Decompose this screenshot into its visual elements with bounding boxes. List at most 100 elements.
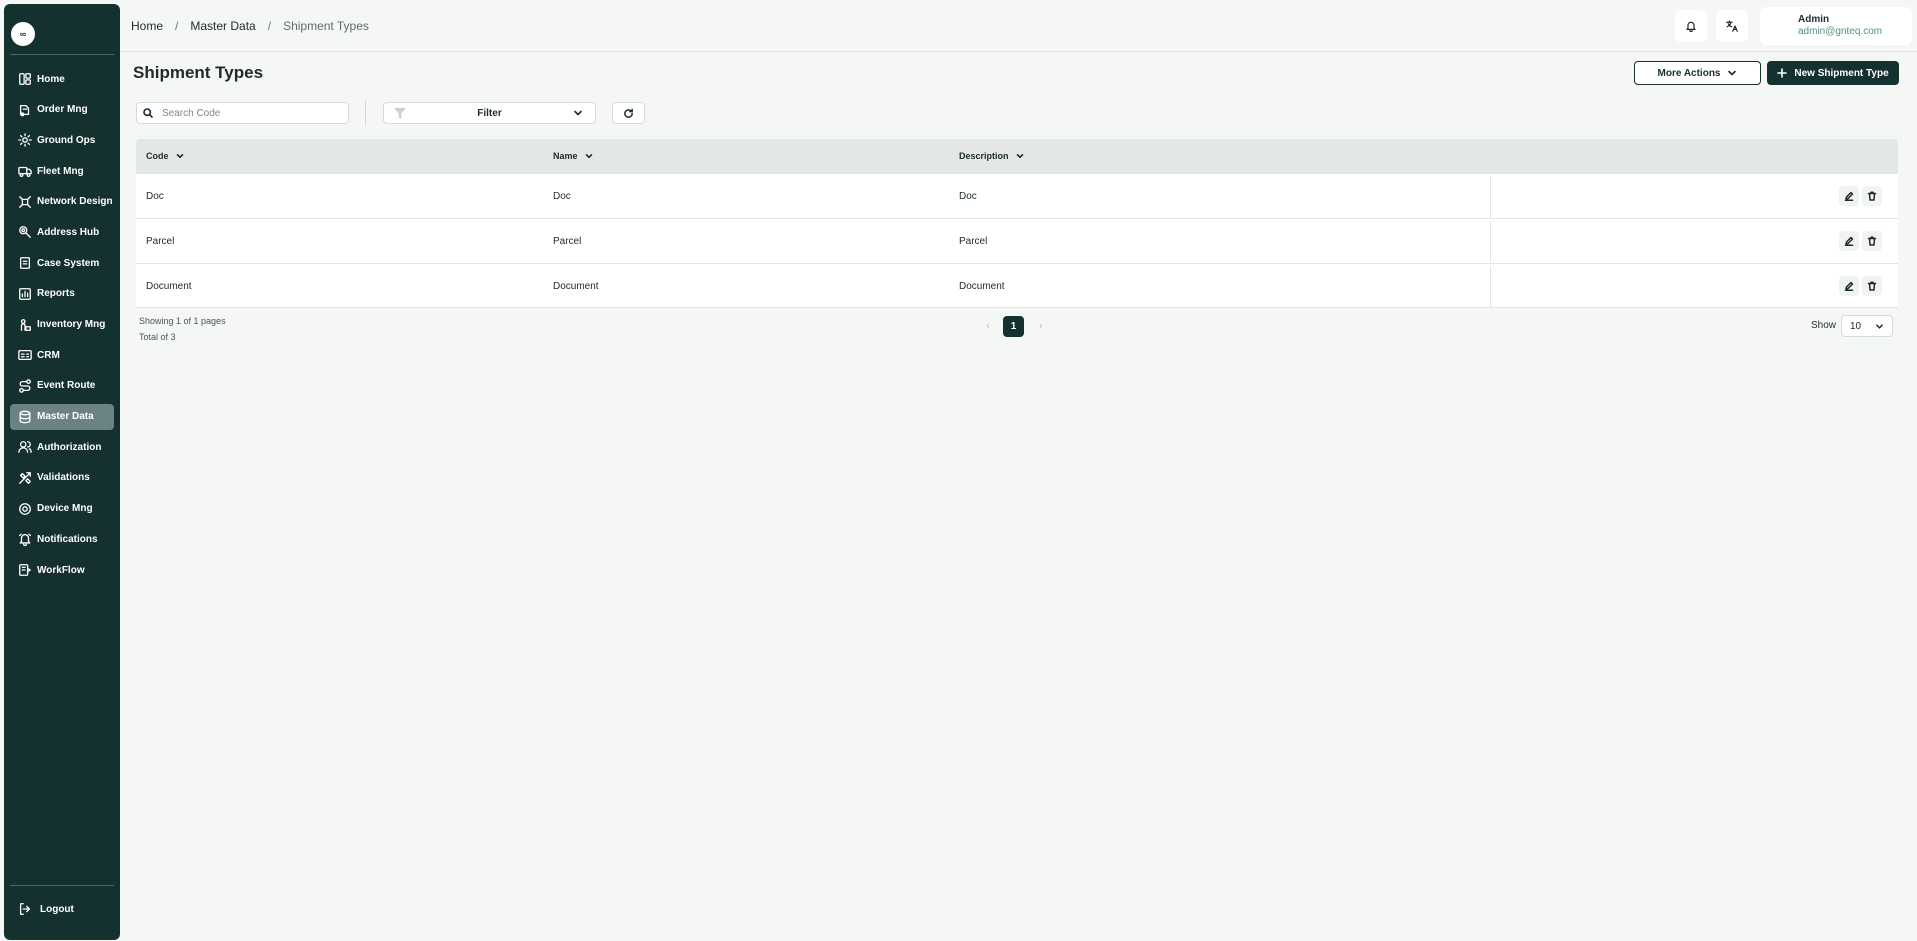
search-icon: [143, 108, 153, 118]
chevron-down-icon: [176, 154, 183, 159]
sidebar-item-label: Event Route: [37, 380, 96, 392]
sidebar-item-order-mng[interactable]: Order Mng: [10, 97, 114, 123]
truck-icon: [18, 166, 32, 177]
cell-name: Parcel: [553, 236, 582, 247]
location-icon: [19, 226, 31, 239]
sidebar-item-inventory-mng[interactable]: Inventory Mng: [10, 312, 114, 338]
sidebar-item-label: Validations: [37, 472, 90, 484]
cell-description: Doc: [959, 191, 977, 202]
sidebar-item-validations[interactable]: Validations: [10, 465, 114, 491]
translate-icon: [1726, 20, 1738, 32]
sidebar-item-case-system[interactable]: Case System: [10, 250, 114, 276]
column-header-name[interactable]: Name: [553, 151, 593, 161]
page-size-value: 10: [1850, 320, 1862, 332]
sidebar-item-label: Fleet Mng: [37, 165, 84, 177]
sidebar-item-notifications[interactable]: Notifications: [10, 526, 114, 552]
sidebar-item-device-mng[interactable]: Device Mng: [10, 496, 114, 522]
sidebar-item-label: Order Mng: [37, 104, 88, 116]
sidebar-item-label: Device Mng: [37, 503, 93, 515]
next-page-button[interactable]: ›: [1039, 320, 1043, 332]
page-size-select[interactable]: 10: [1841, 315, 1893, 337]
sidebar-item-home[interactable]: Home: [10, 66, 114, 92]
chevron-down-icon: [1016, 154, 1023, 159]
sidebar-item-authorization[interactable]: Authorization: [10, 434, 114, 460]
sidebar-item-workflow[interactable]: WorkFlow: [10, 557, 114, 583]
more-actions-label: More Actions: [1657, 67, 1721, 79]
chevron-down-icon: [1876, 323, 1883, 329]
trash-icon: [1867, 281, 1877, 291]
user-menu[interactable]: Admin admin@gnteq.com: [1760, 7, 1912, 45]
ground-ops-icon: [18, 133, 32, 148]
more-actions-button[interactable]: More Actions: [1634, 61, 1761, 85]
new-shipment-type-button[interactable]: New Shipment Type: [1767, 61, 1899, 85]
refresh-button[interactable]: [612, 102, 645, 124]
column-divider: [1490, 176, 1491, 217]
user-name: Admin: [1798, 14, 1830, 25]
sidebar-item-master-data[interactable]: Master Data: [10, 403, 114, 430]
pagination-total: Total of 3: [139, 332, 176, 342]
edit-button[interactable]: [1839, 231, 1859, 251]
search-input[interactable]: [162, 107, 342, 119]
pagination-info: Showing 1 of 1 pages Total of 3: [139, 313, 226, 345]
cell-code: Document: [146, 281, 192, 292]
cell-code: Parcel: [146, 236, 175, 247]
search-box: [136, 102, 349, 124]
sidebar-item-label: Notifications: [37, 533, 98, 545]
chevron-down-icon: [585, 154, 592, 159]
trash-icon: [1867, 236, 1877, 246]
user-email: admin@gnteq.com: [1798, 26, 1883, 37]
edit-button[interactable]: [1839, 276, 1859, 296]
column-label: Name: [553, 151, 578, 161]
inventory-icon: [20, 318, 31, 331]
column-header-code[interactable]: Code: [146, 151, 184, 161]
database-icon: [19, 410, 31, 423]
table-row: Doc Doc Doc: [136, 174, 1898, 219]
edit-button[interactable]: [1839, 186, 1859, 206]
chevron-down-icon: [1728, 70, 1737, 76]
notifications-button[interactable]: [1675, 10, 1707, 42]
sidebar-item-network-design[interactable]: Network Design: [10, 189, 114, 215]
trash-icon: [1867, 191, 1877, 201]
breadcrumb-master-data[interactable]: Master Data: [190, 19, 255, 33]
filter-dropdown[interactable]: Filter: [383, 102, 596, 124]
logo-icon[interactable]: ∞: [11, 22, 35, 46]
toolbar-divider: [365, 100, 366, 126]
users-icon: [18, 441, 32, 454]
workflow-icon: [19, 564, 31, 576]
sidebar-item-label: CRM: [37, 349, 60, 361]
sidebar-item-label: Inventory Mng: [37, 319, 106, 330]
sidebar-item-ground-ops[interactable]: Ground Ops: [10, 127, 114, 153]
sidebar-item-reports[interactable]: Reports: [10, 281, 114, 307]
previous-page-button[interactable]: ‹: [986, 320, 990, 332]
logout-label: Logout: [40, 903, 74, 915]
table-row: Parcel Parcel Parcel: [136, 219, 1898, 264]
sidebar-divider: [10, 54, 114, 55]
column-header-description[interactable]: Description: [959, 151, 1024, 161]
language-button[interactable]: [1716, 10, 1748, 42]
column-divider: [1490, 266, 1491, 307]
sidebar-item-event-route[interactable]: Event Route: [10, 373, 114, 399]
cell-name: Doc: [553, 191, 571, 202]
sidebar-item-address-hub[interactable]: Address Hub: [10, 219, 114, 245]
dashboard-icon: [19, 73, 31, 85]
cell-name: Document: [553, 281, 599, 292]
route-icon: [19, 379, 31, 393]
sidebar-item-crm[interactable]: CRM: [10, 342, 114, 368]
pencil-icon: [1844, 236, 1854, 246]
breadcrumb-home[interactable]: Home: [131, 19, 163, 33]
cell-description: Parcel: [959, 236, 988, 247]
sidebar-item-label: Authorization: [37, 441, 102, 453]
delete-button[interactable]: [1862, 231, 1882, 251]
device-icon: [19, 502, 31, 515]
logout-button[interactable]: Logout: [18, 902, 74, 916]
bell-icon: [1686, 21, 1696, 32]
sidebar-item-label: Reports: [37, 288, 75, 300]
sidebar-item-label: Address Hub: [37, 226, 100, 238]
sidebar-item-label: Home: [37, 73, 65, 85]
page-1-button[interactable]: 1: [1003, 316, 1024, 337]
delete-button[interactable]: [1862, 276, 1882, 296]
sidebar-item-fleet-mng[interactable]: Fleet Mng: [10, 158, 114, 184]
new-shipment-type-label: New Shipment Type: [1794, 67, 1889, 79]
delete-button[interactable]: [1862, 186, 1882, 206]
logout-icon: [19, 903, 31, 915]
